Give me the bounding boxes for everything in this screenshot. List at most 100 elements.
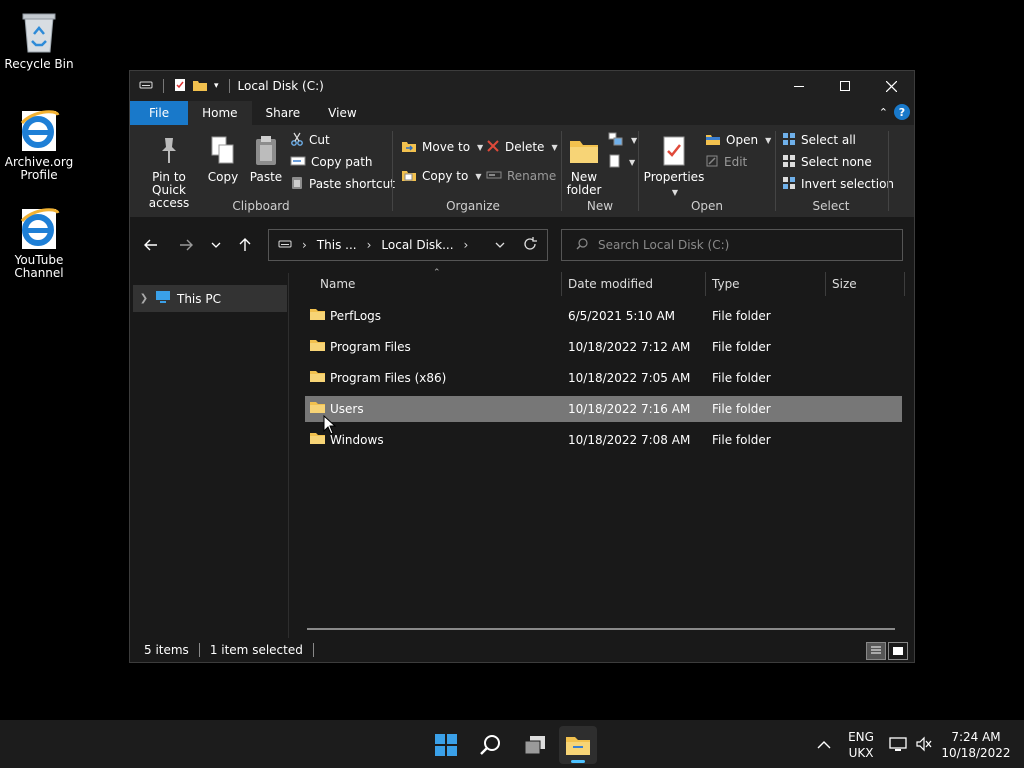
- drive-icon: [139, 79, 153, 93]
- delete-button[interactable]: Delete ▼: [486, 137, 558, 157]
- network-icon[interactable]: [889, 736, 907, 756]
- copy-button[interactable]: Copy: [206, 133, 240, 184]
- status-bar: 5 items 1 item selected: [130, 638, 914, 662]
- maximize-button[interactable]: [822, 71, 868, 101]
- system-clock[interactable]: 7:24 AM 10/18/2022: [940, 729, 1012, 761]
- task-view-button[interactable]: [516, 726, 554, 764]
- new-group-label: New: [586, 199, 614, 213]
- details-view-button[interactable]: [866, 642, 886, 660]
- customize-quick-access-icon[interactable]: ▾: [214, 81, 219, 91]
- show-hidden-icons-button[interactable]: [817, 735, 831, 754]
- search-taskbar-button[interactable]: [471, 726, 509, 764]
- horizontal-scrollbar[interactable]: [307, 628, 895, 630]
- desktop-icon-recycle-bin[interactable]: Recycle Bin: [1, 8, 77, 71]
- minimize-button[interactable]: [776, 71, 822, 101]
- nav-item-label: This PC: [177, 291, 221, 306]
- file-row[interactable]: Users 10/18/2022 7:16 AM File folder: [305, 396, 902, 422]
- rename-label: Rename: [507, 169, 557, 183]
- back-button[interactable]: [139, 235, 163, 255]
- column-header-size[interactable]: Size: [832, 272, 857, 296]
- column-header-type[interactable]: Type: [712, 272, 740, 296]
- select-group-label: Select: [812, 199, 850, 213]
- collapse-ribbon-icon[interactable]: ⌃: [879, 106, 888, 119]
- column-header-name[interactable]: Name: [320, 272, 355, 296]
- properties-quick-icon[interactable]: [174, 78, 186, 95]
- copy-path-label: Copy path: [311, 155, 373, 169]
- new-folder-button[interactable]: New folder: [564, 133, 604, 197]
- organize-group-label: Organize: [446, 199, 500, 213]
- new-folder-quick-icon[interactable]: [192, 79, 208, 94]
- keyboard-layout: UKX: [848, 746, 874, 760]
- file-date: 10/18/2022 7:08 AM: [568, 433, 691, 447]
- select-none-button[interactable]: Select none: [782, 152, 872, 172]
- tab-home[interactable]: Home: [188, 101, 252, 125]
- clock-date: 10/18/2022: [941, 746, 1011, 760]
- chevron-right-icon[interactable]: ❯: [133, 293, 155, 304]
- new-item-button[interactable]: ▼: [608, 130, 637, 150]
- file-name: Program Files (x86): [330, 371, 447, 385]
- recent-locations-button[interactable]: [204, 235, 228, 255]
- file-row[interactable]: PerfLogs 6/5/2021 5:10 AM File folder: [305, 303, 902, 329]
- copy-to-button[interactable]: Copy to ▼: [401, 166, 481, 186]
- select-all-button[interactable]: Select all: [782, 130, 856, 150]
- close-button[interactable]: [868, 71, 914, 101]
- breadcrumb-this-pc[interactable]: This ...: [317, 238, 357, 252]
- invert-selection-button[interactable]: Invert selection: [782, 174, 894, 194]
- file-type: File folder: [712, 309, 771, 323]
- desktop-icon-label: Recycle Bin: [4, 57, 74, 71]
- desktop-icon-archive-org-profile[interactable]: Archive.org Profile: [1, 106, 77, 182]
- tab-view[interactable]: View: [314, 101, 370, 125]
- start-button[interactable]: [427, 726, 465, 764]
- chevron-right-icon: ›: [463, 238, 469, 252]
- file-name-cell: Program Files (x86): [309, 370, 446, 386]
- cut-button[interactable]: Cut: [290, 130, 330, 150]
- help-icon[interactable]: ?: [894, 104, 910, 120]
- column-header-date[interactable]: Date modified: [568, 272, 653, 296]
- file-row[interactable]: Program Files (x86) 10/18/2022 7:05 AM Fil…: [305, 365, 902, 391]
- tab-share[interactable]: Share: [252, 101, 315, 125]
- copy-label: Copy: [207, 170, 239, 184]
- open-label: Open: [726, 133, 759, 147]
- paste-button[interactable]: Paste: [248, 133, 284, 184]
- chevron-right-icon: ›: [366, 238, 372, 252]
- copy-to-icon: [401, 168, 417, 185]
- file-row[interactable]: Windows 10/18/2022 7:08 AM File folder: [305, 427, 902, 453]
- file-name: Windows: [330, 433, 384, 447]
- volume-muted-icon[interactable]: [915, 736, 933, 756]
- new-folder-icon: [568, 133, 600, 169]
- properties-button[interactable]: Properties ▼: [643, 133, 705, 199]
- desktop-icon-youtube-channel[interactable]: YouTube Channel: [1, 204, 77, 280]
- title-bar: ▾ Local Disk (C:): [130, 71, 914, 101]
- rename-icon: [486, 169, 502, 184]
- copy-path-button[interactable]: Copy path: [290, 152, 373, 172]
- select-all-label: Select all: [801, 133, 856, 147]
- tab-file[interactable]: File: [130, 101, 189, 125]
- desktop-icon-label: YouTube Channel: [14, 253, 64, 280]
- edit-button[interactable]: Edit: [705, 152, 747, 172]
- organize-group: Move to ▼ Copy to ▼ Delete ▼ Rename Orga…: [393, 125, 558, 217]
- file-row[interactable]: Program Files 10/18/2022 7:12 AM File fold…: [305, 334, 902, 360]
- address-bar[interactable]: › This ... › Local Disk... ›: [268, 229, 548, 261]
- paste-shortcut-button[interactable]: Paste shortcut: [290, 174, 395, 194]
- up-button[interactable]: [233, 235, 257, 255]
- breadcrumb-local-disk[interactable]: Local Disk...: [381, 238, 453, 252]
- input-language-indicator[interactable]: ENG UKX: [847, 729, 875, 761]
- easy-access-button[interactable]: ▼: [608, 152, 635, 172]
- chevron-down-icon[interactable]: [495, 238, 505, 252]
- paste-icon: [253, 133, 279, 169]
- search-icon: [576, 237, 588, 253]
- refresh-icon[interactable]: [523, 237, 537, 255]
- file-name: PerfLogs: [330, 309, 382, 323]
- rename-button[interactable]: Rename: [486, 166, 556, 186]
- open-button[interactable]: Open ▼: [705, 130, 771, 150]
- file-date: 10/18/2022 7:16 AM: [568, 402, 691, 416]
- forward-button[interactable]: [174, 235, 198, 255]
- search-box[interactable]: Search Local Disk (C:): [561, 229, 903, 261]
- new-item-icon: [608, 132, 624, 149]
- file-explorer-taskbar-button[interactable]: [559, 726, 597, 764]
- move-to-button[interactable]: Move to ▼: [401, 137, 483, 157]
- large-icons-view-button[interactable]: [888, 642, 908, 660]
- nav-item-this-pc[interactable]: ❯ This PC: [133, 285, 287, 312]
- navigation-pane: ❯ This PC: [130, 273, 288, 639]
- status-selected-count: 1 item selected: [209, 643, 303, 657]
